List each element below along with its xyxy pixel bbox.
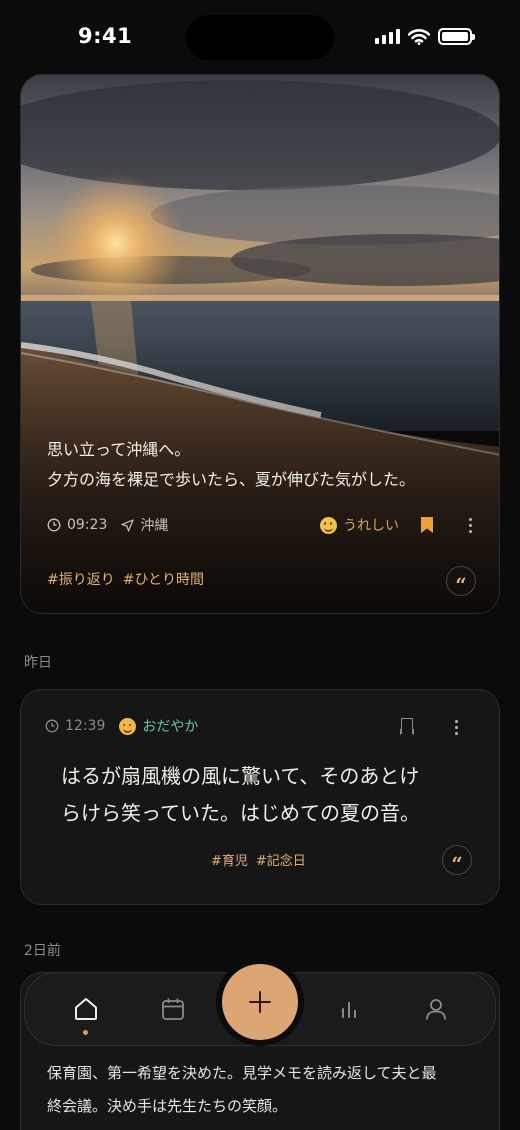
entry-text: はるが扇風機の風に驚いて、そのあとけ らけら笑っていた。はじめての夏の音。 [61,758,471,832]
profile-icon[interactable] [422,995,450,1023]
section-label-two-days-ago: 2日前 [24,943,61,959]
featured-entry-text: 思い立って沖縄へ。 夕方の海を裸足で歩いたら、夏が伸びた気がした。 [47,435,487,495]
mood-badge: うれしい [320,515,399,535]
wifi-icon [408,28,430,45]
section-label-yesterday: 昨日 [24,655,52,671]
dynamic-island [186,15,334,60]
status-time: 9:41 [78,24,133,48]
entry-time-text: 09:23 [67,517,108,533]
mood-text: うれしい [343,518,399,534]
tag[interactable]: #振り返り [47,569,115,589]
signal-icon [375,29,400,44]
entry-location: 沖縄 [121,515,168,535]
add-entry-button[interactable] [216,958,304,1046]
entry-text-line: 保育園、第一希望を決めた。見学メモを読み返して夫と最 [47,1064,437,1082]
more-options-icon[interactable] [449,720,463,735]
featured-entry-meta: 09:23 沖縄 うれしい [47,513,477,537]
smile-emoji-icon [320,516,337,534]
relieved-emoji-icon [119,717,137,735]
entry-tags: #育児 #記念日 [211,850,306,869]
mood-badge: おだやか [119,716,198,736]
clock-icon [47,518,61,532]
status-icons [375,28,475,45]
featured-text-line: 夕方の海を裸足で歩いたら、夏が伸びた気がした。 [47,470,416,489]
entry-text: 保育園、第一希望を決めた。見学メモを読み返して夫と最 終会議。決め手は先生たちの… [47,1057,487,1123]
entry-text-line: 終会議。決め手は先生たちの笑顔。 [47,1097,288,1115]
active-tab-indicator [83,1030,88,1035]
status-bar: 9:41 [0,0,520,76]
entry-time-text: 12:39 [65,718,106,734]
home-icon[interactable] [72,995,100,1023]
tag[interactable]: #ひとり時間 [123,569,204,589]
more-options-icon[interactable] [463,517,477,533]
featured-entry-card[interactable]: 思い立って沖縄へ。 夕方の海を裸足で歩いたら、夏が伸びた気がした。 09:23 … [20,74,500,614]
tag[interactable]: #育児 [211,850,248,869]
entry-location-text: 沖縄 [140,518,169,534]
entry-text-line: はるが扇風機の風に驚いて、そのあとけ [61,764,420,788]
bookmark-filled-icon[interactable] [421,517,433,533]
entry-card[interactable]: 12:39 おだやか はるが扇風機の風に驚いて、そのあとけ らけら笑っていた。は… [20,689,500,905]
battery-icon [438,28,475,45]
location-arrow-icon [121,518,134,532]
entry-meta: 12:39 おだやか [45,716,198,736]
mood-text: おだやか [142,719,199,735]
quote-icon[interactable]: “ [442,845,472,875]
calendar-icon[interactable] [159,995,187,1023]
stats-icon[interactable] [335,995,363,1023]
featured-tags: #振り返り #ひとり時間 [47,569,204,589]
bookmark-outline-icon[interactable] [401,718,413,734]
featured-text-line: 思い立って沖縄へ。 [47,440,191,459]
clock-icon [45,719,59,733]
entry-time: 09:23 [47,517,107,533]
quote-icon[interactable]: “ [446,566,476,596]
add-icon[interactable] [222,964,298,1040]
tag[interactable]: #記念日 [256,850,306,869]
entry-text-line: らけら笑っていた。はじめての夏の音。 [61,801,420,825]
